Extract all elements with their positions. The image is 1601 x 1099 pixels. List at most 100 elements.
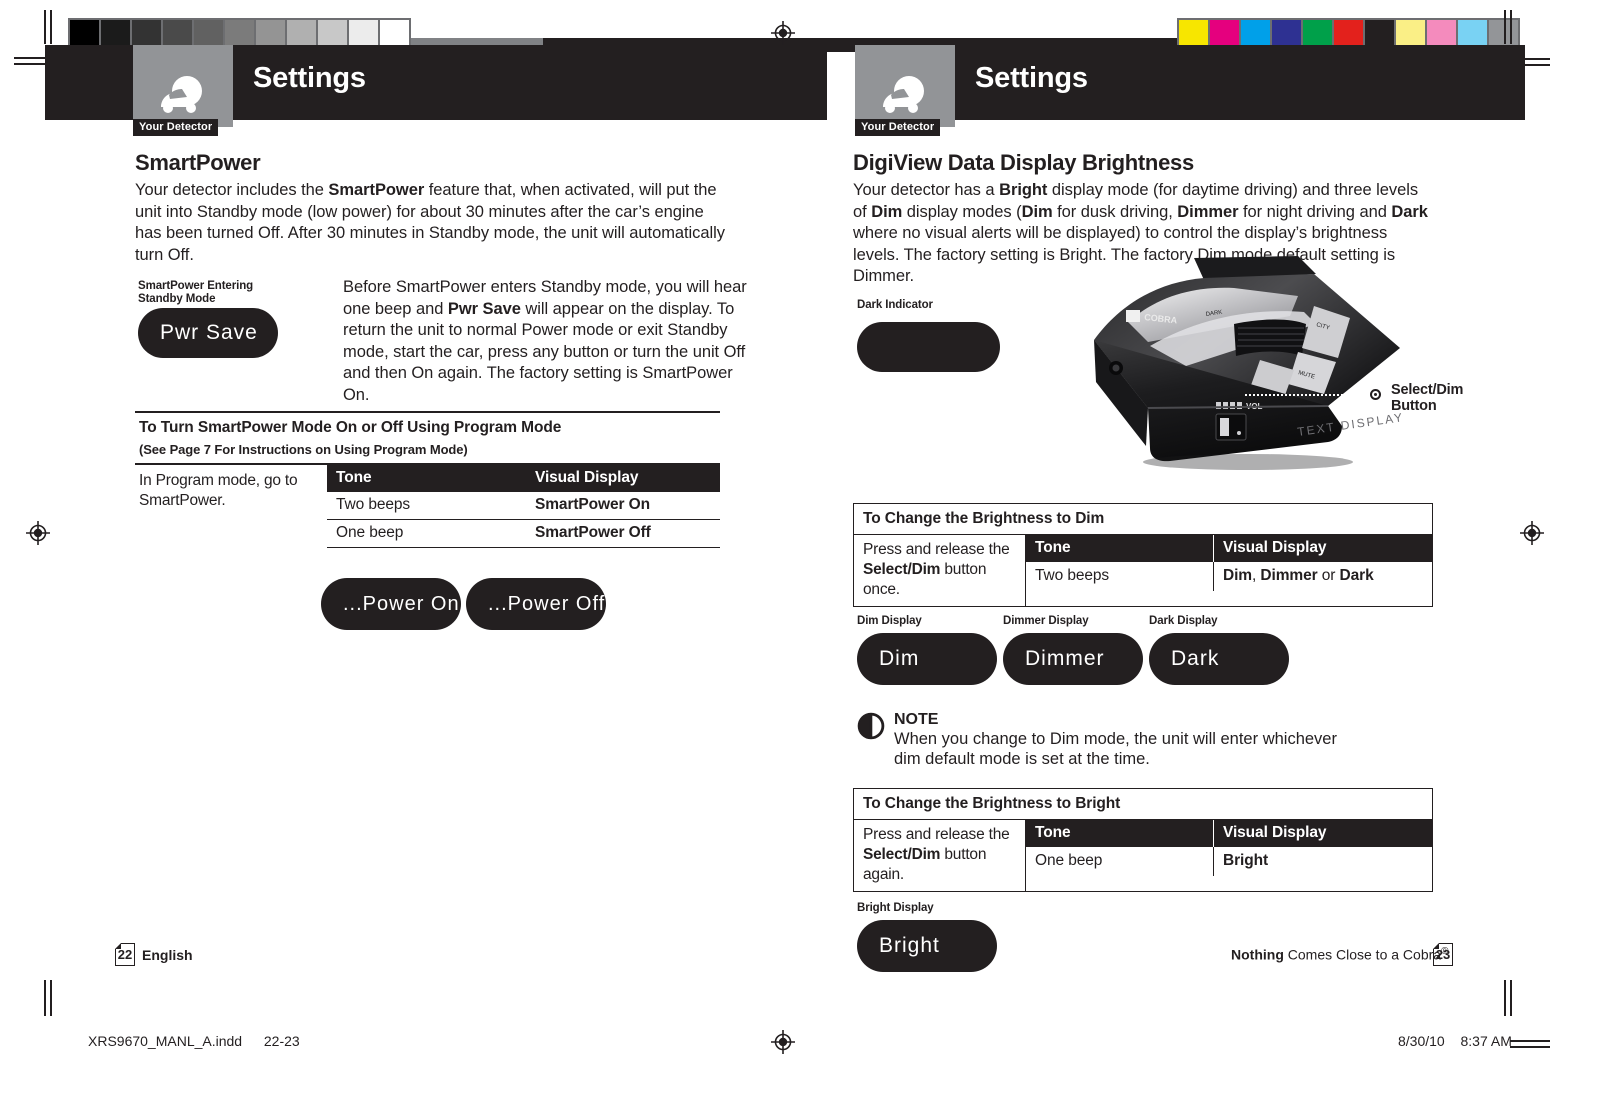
color-control-bar <box>1177 18 1520 48</box>
cell-visual-display: Dim, Dimmer or Dark <box>1213 561 1432 591</box>
tagline-bold: Nothing <box>1231 946 1284 963</box>
intro-segment-9: Dark <box>1391 202 1428 221</box>
callout-label-line1: Select/Dim <box>1391 381 1464 398</box>
note-icon <box>857 712 885 740</box>
cell-tone: One beep <box>327 519 526 547</box>
gray-swatch <box>225 20 256 46</box>
detector-car-icon <box>157 75 207 115</box>
bright-data-table: Tone Visual Display One beep Bright <box>1026 819 1432 876</box>
color-swatch <box>1272 20 1303 46</box>
cell-tone: One beep <box>1035 851 1103 869</box>
right-page-title: Settings <box>975 62 1088 94</box>
table-header-row: Tone Visual Display <box>1026 819 1432 847</box>
value-dark: Dark <box>1339 566 1374 584</box>
color-swatch <box>1396 20 1427 46</box>
callout-leader-line <box>1245 393 1363 396</box>
color-swatch <box>1334 20 1365 46</box>
intro-segment-6: for dusk driving, <box>1052 202 1178 221</box>
dim-data-table: Tone Visual Display Two beeps Dim, Dimme… <box>1026 534 1432 591</box>
left-page-language: English <box>142 946 193 963</box>
print-slug-filename: XRS9670_MANL_A.indd 22-23 <box>88 1033 300 1049</box>
tagline-rest: Comes Close to a Cobra <box>1283 946 1442 963</box>
intro-segment-1: Bright <box>999 181 1048 199</box>
cell-visual-display: Bright <box>1213 846 1432 876</box>
crop-mark <box>1504 10 1506 44</box>
change-brightness-bright-table: To Change the Brightness to Bright Press… <box>853 787 1433 892</box>
pwr-save-display-pill: Pwr Save <box>138 308 278 358</box>
dark-indicator-caption: Dark Indicator <box>857 298 933 311</box>
note-title: NOTE <box>894 710 939 728</box>
cell-visual-display: SmartPower Off <box>526 519 720 547</box>
program-table-left-note: In Program mode, go to SmartPower. <box>139 472 298 509</box>
color-swatch <box>1241 20 1272 46</box>
radar-detector-photo: CITY MUTE SEL/DIM DARK COBRA <box>998 255 1418 486</box>
program-table-title: To Turn SmartPower Mode On or Off Using … <box>139 419 562 436</box>
left-page-content: SmartPower Your detector includes the Sm… <box>135 150 747 634</box>
gray-swatch <box>70 20 101 46</box>
dimmer-display-value: Dimmer <box>1025 646 1105 670</box>
bright-table-title: To Change the Brightness to Bright <box>854 789 1432 820</box>
dim-display-caption: Dim Display <box>857 614 922 627</box>
dark-display-pill: Dark <box>1149 632 1289 685</box>
intro-segment-0: Your detector has a <box>853 181 1000 199</box>
dimmer-display-pill: Dimmer <box>1003 632 1143 685</box>
crop-mark <box>50 10 52 44</box>
detector-car-icon <box>879 75 929 115</box>
dim-display-value: Dim <box>879 646 920 670</box>
gray-swatch <box>380 20 409 46</box>
indd-page-range: 22-23 <box>263 1033 300 1049</box>
cell-tone: Two beeps <box>1035 566 1110 584</box>
color-swatch <box>1427 20 1458 46</box>
registration-mark <box>770 20 796 46</box>
change-brightness-dim-table: To Change the Brightness to Dim Press an… <box>853 502 1433 607</box>
table-bottom-rule <box>327 547 720 548</box>
dim-table-title: To Change the Brightness to Dim <box>854 504 1432 535</box>
right-page-footer: 23 <box>1432 942 1453 966</box>
table-row: One beep Bright <box>1026 846 1432 876</box>
program-table-subtitle: (See Page 7 For Instructions on Using Pr… <box>139 442 468 457</box>
crop-mark <box>1510 1046 1550 1048</box>
color-swatch <box>1489 20 1518 46</box>
crop-mark <box>14 57 48 59</box>
intro-segment-7: Dimmer <box>1177 202 1239 221</box>
crop-mark <box>14 63 48 65</box>
gray-swatch <box>132 20 163 46</box>
grayscale-step-wedge <box>68 18 411 48</box>
gray-swatch <box>194 20 225 46</box>
power-display-pills: ...Power On ...Power Off <box>135 578 735 634</box>
crop-mark <box>1510 980 1512 1016</box>
color-swatch <box>1365 20 1396 46</box>
column-header-tone: Tone <box>1026 819 1214 847</box>
gray-swatch <box>287 20 318 46</box>
smartpower-intro-paragraph: Your detector includes the SmartPower fe… <box>135 180 725 266</box>
right-page-tab-label: Your Detector <box>855 119 941 136</box>
bright-display-pill: Bright <box>857 919 997 972</box>
dimmer-display-caption: Dimmer Display <box>1003 614 1089 627</box>
dim-display-pills-row: Dim Display Dim Dimmer Display Dimmer Da… <box>853 615 1453 695</box>
dark-display-caption: Dark Display <box>1149 614 1218 627</box>
dim-table-left-note: Press and release the Select/Dim button … <box>854 534 1026 606</box>
dim-note-bold: Select/Dim <box>863 560 941 578</box>
program-mode-data-table: Tone Visual Display Two beeps SmartPower… <box>327 465 720 547</box>
print-slug-timestamp: 8/30/10 8:37 AM <box>1398 1033 1512 1049</box>
column-header-tone: Tone <box>327 465 526 492</box>
dim-display-pill: Dim <box>857 632 997 685</box>
pwr-save-display-value: Pwr Save <box>160 321 258 344</box>
column-header-visual-display: Visual Display <box>1213 534 1432 562</box>
bright-note-part1: Press and release the <box>863 825 1010 843</box>
column-header-tone: Tone <box>1026 534 1214 562</box>
power-on-display-value: ...Power On <box>343 592 460 615</box>
smartpower-heading: SmartPower <box>135 150 261 175</box>
left-page-title: Settings <box>253 62 366 94</box>
column-header-visual-display: Visual Display <box>1213 819 1432 847</box>
smartpower-display-caption: SmartPower Entering Standby Mode <box>138 280 254 305</box>
detector-illustration-block: Dark Indicator CITY MUTE DARK COBRA VOL … <box>853 255 1463 499</box>
registration-mark <box>770 1029 796 1055</box>
crop-mark <box>1510 1040 1550 1042</box>
right-page-number-badge: 23 <box>1432 942 1453 966</box>
color-swatch <box>1179 20 1210 46</box>
select-dim-callout-label: Select/Dim Button <box>1391 382 1463 414</box>
left-page-number-badge: 22 <box>114 942 135 966</box>
power-off-display-value: ...Power Off <box>488 592 606 615</box>
intro-segment-5: Dim <box>1021 202 1053 221</box>
